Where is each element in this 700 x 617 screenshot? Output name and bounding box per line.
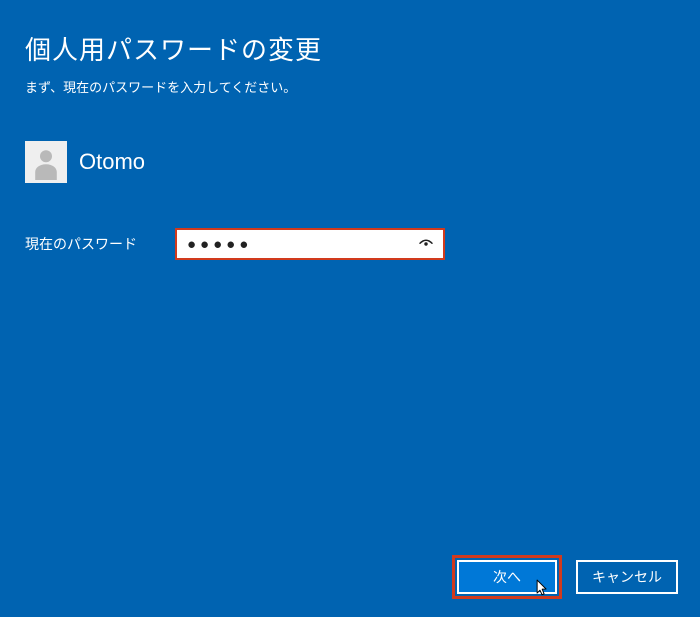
page-title: 個人用パスワードの変更 [25, 30, 675, 67]
avatar [25, 141, 67, 183]
current-password-row: 現在のパスワード [25, 228, 675, 260]
next-button-highlight: 次へ [452, 555, 562, 599]
page-subtitle: まず、現在のパスワードを入力してください。 [25, 77, 675, 96]
user-name: Otomo [79, 149, 145, 175]
eye-icon [417, 235, 435, 253]
current-password-input[interactable] [175, 228, 445, 260]
button-row: 次へ キャンセル [452, 555, 678, 599]
next-button[interactable]: 次へ [457, 560, 557, 594]
current-password-input-wrapper [175, 228, 445, 260]
current-password-label: 現在のパスワード [25, 234, 175, 254]
cancel-button[interactable]: キャンセル [576, 560, 678, 594]
user-row: Otomo [25, 141, 675, 183]
user-icon [28, 144, 64, 180]
password-reveal-button[interactable] [411, 230, 441, 258]
